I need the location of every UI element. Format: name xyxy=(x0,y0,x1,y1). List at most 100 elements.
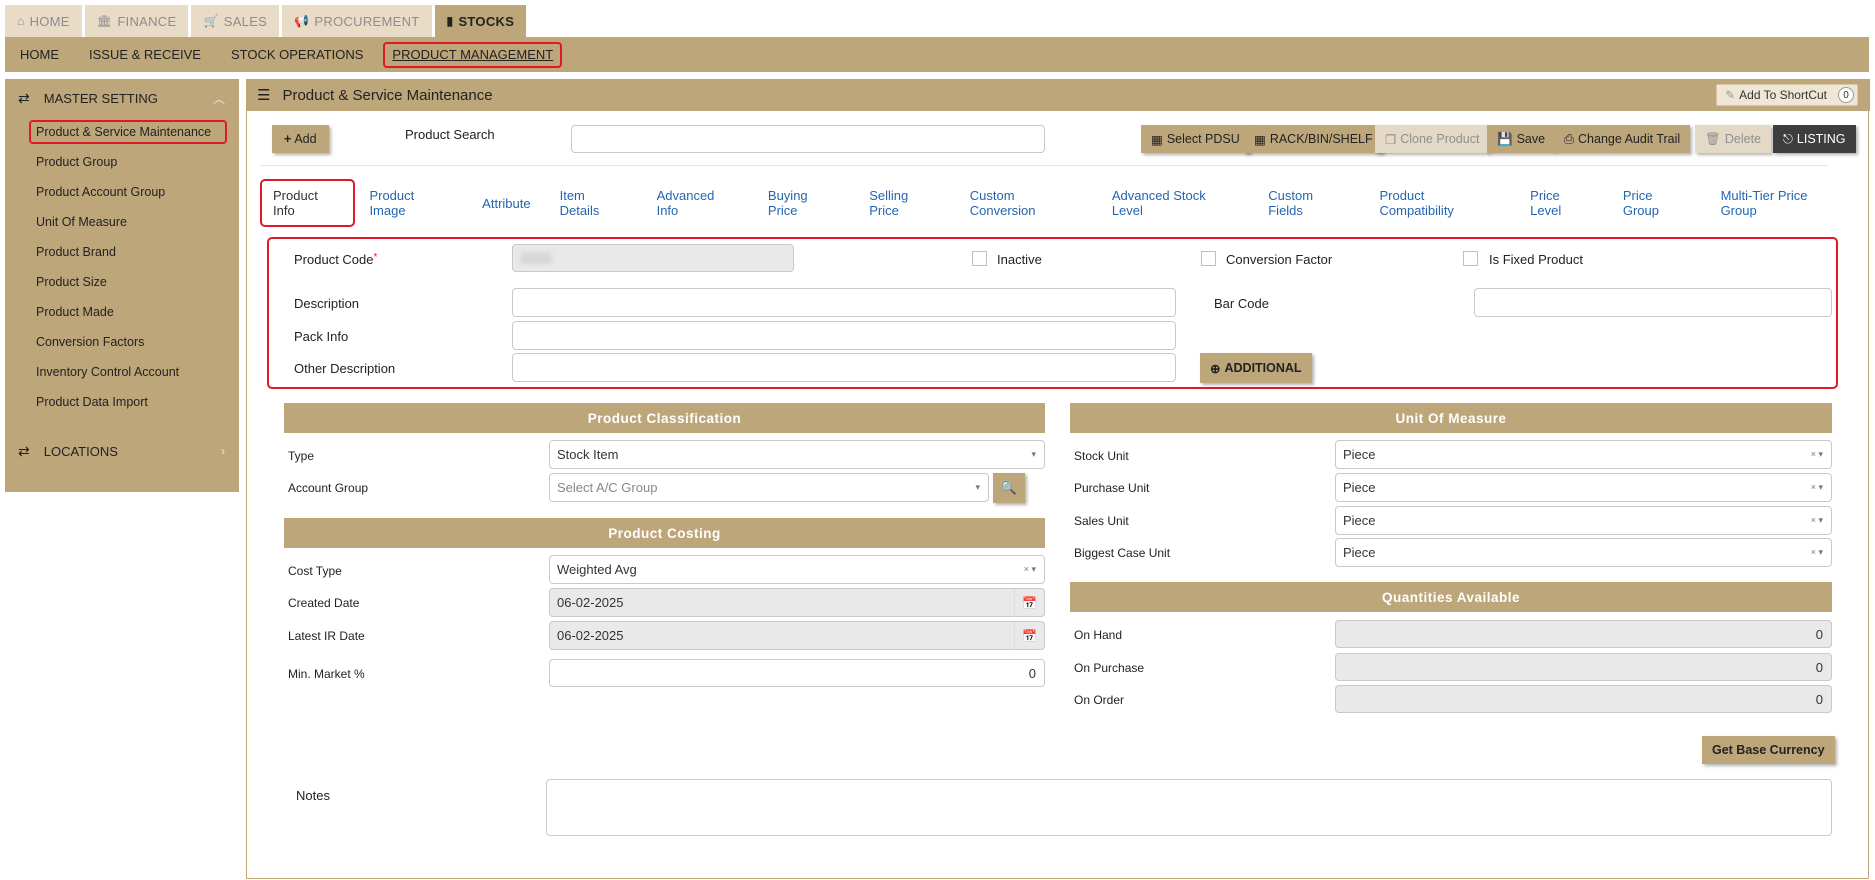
module-tab-sales[interactable]: 🛒 SALES xyxy=(191,5,280,37)
calendar-icon[interactable]: 📅 xyxy=(1014,622,1044,650)
on-hand-label: On Hand xyxy=(1074,628,1123,642)
min-market-label: Min. Market % xyxy=(288,667,365,681)
grid-icon: ▦ xyxy=(1151,132,1163,147)
clear-dropdown-icon: × ▾ xyxy=(1810,515,1823,525)
menu-icon[interactable]: ☰ xyxy=(257,86,270,104)
module-tabs: ⌂ HOME 🏛 FINANCE 🛒 SALES 📢 PROCUREMENT ▮ STOC… xyxy=(5,5,529,37)
tab-product-compatibility[interactable]: Product Compatibility xyxy=(1380,188,1502,218)
clone-product-button[interactable]: ❐ Clone Product xyxy=(1375,125,1490,153)
biggest-case-unit-select[interactable]: Piece × ▾ xyxy=(1335,538,1832,567)
sidebar-item-unit-of-measure[interactable]: Unit Of Measure xyxy=(5,207,239,237)
tab-product-image[interactable]: Product Image xyxy=(369,188,453,218)
inactive-checkbox[interactable] xyxy=(972,251,987,266)
min-market-input[interactable]: 0 xyxy=(549,659,1045,687)
bar-code-input[interactable] xyxy=(1474,288,1832,317)
on-purchase-input[interactable]: 0 xyxy=(1335,653,1832,681)
clear-dropdown-icon: × ▾ xyxy=(1810,482,1823,492)
sidebar-item-product-group[interactable]: Product Group xyxy=(5,147,239,177)
product-tabs: Product Info Product Image Attribute Ite… xyxy=(260,179,1875,227)
sales-unit-select[interactable]: Piece × ▾ xyxy=(1335,506,1832,535)
subnav-home[interactable]: HOME xyxy=(5,42,74,68)
tab-price-level[interactable]: Price Level xyxy=(1530,188,1594,218)
panel-header: ☰ Product & Service Maintenance ✎ Add To… xyxy=(247,79,1870,111)
swap-arrows-icon: ⇄ xyxy=(18,442,30,459)
delete-button[interactable]: 🗑 Delete xyxy=(1695,125,1772,153)
product-code-label: Product Code* xyxy=(294,252,378,267)
tab-attribute[interactable]: Attribute xyxy=(482,196,530,211)
tab-item-details[interactable]: Item Details xyxy=(560,188,628,218)
pack-info-input[interactable] xyxy=(512,321,1176,350)
sidebar-section-master-setting[interactable]: ⇄ MASTER SETTING ︿ xyxy=(5,79,239,117)
tab-product-info[interactable]: Product Info xyxy=(260,179,356,227)
add-to-shortcut-button[interactable]: ✎ Add To ShortCut 0 xyxy=(1716,84,1858,106)
tab-buying-price[interactable]: Buying Price xyxy=(768,188,840,218)
get-base-currency-button[interactable]: Get Base Currency xyxy=(1702,736,1835,764)
sidebar-item-product-service-maintenance[interactable]: Product & Service Maintenance xyxy=(5,117,239,147)
sidebar-section-locations[interactable]: ⇄ LOCATIONS › xyxy=(5,432,239,470)
chevron-right-icon: › xyxy=(221,444,225,458)
shortcut-count-badge: 0 xyxy=(1838,87,1854,103)
description-input[interactable] xyxy=(512,288,1176,317)
biggest-case-unit-label: Biggest Case Unit xyxy=(1074,546,1171,560)
product-search-input[interactable] xyxy=(571,125,1045,153)
subnav-stock-operations[interactable]: STOCK OPERATIONS xyxy=(216,42,378,68)
select-pdsu-button[interactable]: ▦ Select PDSU xyxy=(1141,125,1250,153)
rack-bin-shelf-button[interactable]: ▦ RACK/BIN/SHELF xyxy=(1244,125,1383,153)
change-audit-trail-button[interactable]: ⎙ Change Audit Trail xyxy=(1554,125,1691,153)
tab-custom-conversion[interactable]: Custom Conversion xyxy=(970,188,1083,218)
conversion-factor-checkbox[interactable] xyxy=(1201,251,1216,266)
sidebar: ⇄ MASTER SETTING ︿ Product & Service Mai… xyxy=(5,79,239,492)
save-button[interactable]: 💾 Save xyxy=(1487,125,1556,153)
account-group-select[interactable]: Select A/C Group ▾ xyxy=(549,473,989,502)
conversion-factor-label: Conversion Factor xyxy=(1226,252,1333,267)
chevron-up-icon: ︿ xyxy=(212,91,225,106)
plus-icon: + xyxy=(284,132,292,146)
purchase-unit-select[interactable]: Piece × ▾ xyxy=(1335,473,1832,502)
add-button[interactable]: + Add xyxy=(272,125,329,153)
created-date-input[interactable]: 06-02-2025 📅 xyxy=(549,588,1045,617)
account-group-search-button[interactable]: 🔍 xyxy=(993,473,1025,503)
clear-dropdown-icon: × ▾ xyxy=(1810,547,1823,557)
sidebar-item-product-size[interactable]: Product Size xyxy=(5,267,239,297)
module-tab-home[interactable]: ⌂ HOME xyxy=(5,5,82,37)
latest-ir-date-input[interactable]: 06-02-2025 📅 xyxy=(549,621,1045,650)
tab-multi-tier-price-group[interactable]: Multi-Tier Price Group xyxy=(1721,188,1846,218)
on-hand-input[interactable]: 0 xyxy=(1335,620,1832,648)
type-select[interactable]: Stock Item ▾ xyxy=(549,440,1045,469)
module-tab-stocks[interactable]: ▮ STOCKS xyxy=(434,5,527,37)
cost-type-select[interactable]: Weighted Avg × ▾ xyxy=(549,555,1045,584)
on-order-input[interactable]: 0 xyxy=(1335,685,1832,713)
is-fixed-product-label: Is Fixed Product xyxy=(1489,252,1583,267)
module-tab-finance[interactable]: 🏛 FINANCE xyxy=(84,5,189,37)
calendar-icon[interactable]: 📅 xyxy=(1014,589,1044,617)
latest-ir-date-label: Latest IR Date xyxy=(288,629,365,643)
tab-price-group[interactable]: Price Group xyxy=(1623,188,1692,218)
dropdown-caret-icon: ▾ xyxy=(975,482,980,492)
copy-icon: ❐ xyxy=(1385,132,1397,147)
product-costing-header: Product Costing xyxy=(284,518,1045,548)
module-tab-procurement[interactable]: 📢 PROCUREMENT xyxy=(282,5,432,37)
other-description-input[interactable] xyxy=(512,353,1176,382)
sidebar-item-product-brand[interactable]: Product Brand xyxy=(5,237,239,267)
tab-custom-fields[interactable]: Custom Fields xyxy=(1268,188,1350,218)
tab-selling-price[interactable]: Selling Price xyxy=(869,188,941,218)
is-fixed-product-checkbox[interactable] xyxy=(1463,251,1478,266)
tab-advanced-stock-level[interactable]: Advanced Stock Level xyxy=(1112,188,1239,218)
subnav-product-management[interactable]: PRODUCT MANAGEMENT xyxy=(383,41,563,68)
product-code-input[interactable] xyxy=(512,244,794,272)
sidebar-item-conversion-factors[interactable]: Conversion Factors xyxy=(5,327,239,357)
notes-textarea[interactable] xyxy=(546,779,1832,836)
type-label: Type xyxy=(288,449,315,463)
listing-button[interactable]: ⎋ LISTING xyxy=(1773,125,1856,153)
additional-button[interactable]: ⊕ ADDITIONAL xyxy=(1200,353,1312,383)
product-code-redacted xyxy=(520,252,552,264)
description-label: Description xyxy=(294,296,360,311)
toolbar-divider xyxy=(260,165,1828,166)
sidebar-item-inventory-control-account[interactable]: Inventory Control Account xyxy=(5,357,239,387)
tab-advanced-info[interactable]: Advanced Info xyxy=(657,188,739,218)
sidebar-item-product-account-group[interactable]: Product Account Group xyxy=(5,177,239,207)
sidebar-item-product-data-import[interactable]: Product Data Import xyxy=(5,387,239,417)
sidebar-item-product-made[interactable]: Product Made xyxy=(5,297,239,327)
subnav-issue-receive[interactable]: ISSUE & RECEIVE xyxy=(74,42,216,68)
stock-unit-select[interactable]: Piece × ▾ xyxy=(1335,440,1832,469)
